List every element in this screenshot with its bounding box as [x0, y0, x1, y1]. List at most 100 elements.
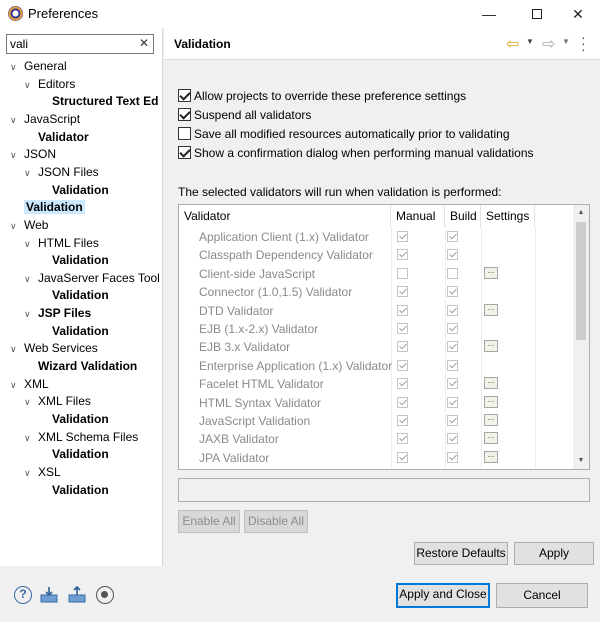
chevron-down-icon[interactable]: ∨ — [24, 236, 38, 253]
table-row[interactable]: DTD Validator... — [179, 302, 575, 320]
option-checkbox[interactable] — [178, 108, 191, 121]
clear-filter-icon[interactable]: ✕ — [139, 36, 149, 50]
manual-checkbox[interactable] — [397, 378, 408, 390]
table-row[interactable]: JPA Validator... — [179, 449, 575, 467]
settings-ellipsis-button[interactable]: ... — [484, 450, 498, 463]
scroll-up-icon[interactable]: ▲ — [573, 205, 589, 221]
build-checkbox[interactable] — [447, 267, 458, 279]
tree-item[interactable]: ∨ XML — [10, 376, 49, 393]
table-row[interactable]: Facelet HTML Validator... — [179, 375, 575, 393]
tree-item[interactable]: Wizard Validation — [38, 358, 137, 375]
chevron-down-icon[interactable]: ∨ — [24, 394, 38, 411]
option-checkbox-row[interactable]: Suspend all validators — [178, 107, 311, 123]
tree-item[interactable]: Validation — [52, 182, 109, 199]
view-menu-icon[interactable]: · · · — [581, 30, 586, 56]
chevron-down-icon[interactable]: ∨ — [24, 165, 38, 182]
settings-ellipsis-button[interactable]: ... — [484, 340, 498, 353]
column-header[interactable]: Manual — [391, 205, 445, 227]
cancel-button[interactable]: Cancel — [496, 583, 588, 608]
settings-ellipsis-button[interactable]: ... — [488, 469, 495, 470]
tree-item[interactable]: Validation — [52, 482, 109, 499]
tree-item[interactable]: Validation — [52, 446, 109, 463]
chevron-down-icon[interactable]: ∨ — [24, 465, 38, 482]
apply-button[interactable]: Apply — [514, 542, 594, 565]
build-checkbox[interactable] — [447, 396, 458, 408]
table-row[interactable]: HTML Syntax Validator... — [179, 394, 575, 412]
column-header[interactable]: Settings — [481, 205, 535, 227]
scroll-down-icon[interactable]: ▼ — [573, 453, 589, 469]
option-checkbox[interactable] — [178, 127, 191, 140]
forward-dropdown-icon[interactable]: ▼ — [562, 37, 570, 46]
manual-checkbox[interactable] — [397, 231, 408, 242]
tree-item[interactable]: ∨ XSL — [24, 464, 61, 481]
build-checkbox[interactable] — [447, 415, 458, 426]
option-checkbox-row[interactable]: Show a confirmation dialog when performi… — [178, 145, 534, 161]
import-icon[interactable] — [40, 586, 58, 604]
settings-ellipsis-button[interactable]: ... — [484, 303, 498, 316]
tree-item[interactable]: ∨ JSON Files — [24, 164, 99, 181]
build-checkbox[interactable] — [447, 378, 458, 390]
option-checkbox[interactable] — [178, 146, 191, 159]
settings-ellipsis-button[interactable]: ... — [484, 377, 498, 390]
manual-checkbox[interactable] — [397, 304, 408, 316]
chevron-down-icon[interactable]: ∨ — [10, 218, 24, 235]
restore-defaults-button[interactable]: Restore Defaults — [414, 542, 508, 565]
manual-checkbox[interactable] — [397, 451, 408, 463]
chevron-down-icon[interactable]: ∨ — [10, 377, 24, 394]
tree-item[interactable]: ∨ JavaScript — [10, 111, 80, 128]
table-row[interactable]: JavaScript Validation... — [179, 412, 575, 430]
chevron-down-icon[interactable]: ∨ — [24, 306, 38, 323]
column-header[interactable]: Validator — [179, 205, 391, 227]
manual-checkbox[interactable] — [397, 415, 408, 426]
forward-arrow-icon[interactable]: ⇨ — [542, 34, 555, 54]
maximize-button[interactable] — [514, 0, 560, 28]
scroll-thumb[interactable] — [576, 222, 586, 340]
disable-all-button[interactable]: Disable All — [244, 510, 308, 533]
tree-item[interactable]: ∨ HTML Files — [24, 235, 99, 252]
chevron-down-icon[interactable]: ∨ — [10, 112, 24, 129]
table-scrollbar[interactable]: ▲ ▼ — [573, 205, 589, 469]
record-preferences-icon[interactable] — [96, 586, 114, 604]
column-header[interactable]: Build — [445, 205, 481, 227]
manual-checkbox[interactable] — [397, 396, 408, 408]
build-checkbox[interactable] — [447, 433, 458, 445]
manual-checkbox[interactable] — [397, 433, 408, 445]
tree-item[interactable]: ∨ JSP Files — [24, 305, 91, 322]
chevron-down-icon[interactable]: ∨ — [10, 341, 24, 358]
chevron-down-icon[interactable]: ∨ — [24, 77, 38, 94]
table-row[interactable]: Enterprise Application (1.x) Validator — [179, 357, 575, 375]
table-row[interactable]: EJB (1.x-2.x) Validator — [179, 320, 575, 338]
tree-item[interactable]: ∨ JSON — [10, 146, 56, 163]
tree-item[interactable]: Validator — [38, 129, 89, 146]
table-row[interactable]: ... — [179, 467, 575, 470]
enable-all-button[interactable]: Enable All — [178, 510, 240, 533]
help-icon[interactable]: ? — [14, 586, 32, 604]
close-button[interactable]: ✕ — [555, 0, 600, 28]
build-checkbox[interactable] — [447, 249, 458, 261]
option-checkbox-row[interactable]: Allow projects to override these prefere… — [178, 88, 466, 104]
manual-checkbox[interactable] — [397, 249, 408, 261]
tree-item[interactable]: Structured Text Ed — [52, 93, 158, 110]
tree-item[interactable]: ∨ Editors — [24, 76, 75, 93]
tree-item[interactable]: Validation — [52, 287, 109, 304]
settings-ellipsis-button[interactable]: ... — [484, 432, 498, 445]
tree-item[interactable]: Validation — [52, 411, 109, 428]
apply-and-close-button[interactable]: Apply and Close — [396, 583, 490, 608]
tree-item[interactable]: ∨ Web Services — [10, 340, 98, 357]
build-checkbox[interactable] — [447, 286, 458, 298]
chevron-down-icon[interactable]: ∨ — [24, 430, 38, 447]
tree-item[interactable]: ∨ XML Files — [24, 393, 91, 410]
tree-item[interactable]: Validation — [52, 323, 109, 340]
back-dropdown-icon[interactable]: ▼ — [526, 37, 534, 46]
table-row[interactable]: Connector (1.0,1.5) Validator — [179, 283, 575, 301]
settings-ellipsis-button[interactable]: ... — [484, 414, 498, 426]
build-checkbox[interactable] — [447, 451, 458, 463]
build-checkbox[interactable] — [447, 359, 458, 371]
table-row[interactable]: Classpath Dependency Validator — [179, 246, 575, 264]
tree-item[interactable]: ∨ JavaServer Faces Tool — [24, 270, 160, 287]
manual-checkbox[interactable] — [397, 359, 408, 371]
manual-checkbox[interactable] — [397, 323, 408, 334]
build-checkbox[interactable] — [447, 341, 458, 353]
build-checkbox[interactable] — [447, 323, 458, 334]
filter-input[interactable] — [10, 36, 130, 52]
